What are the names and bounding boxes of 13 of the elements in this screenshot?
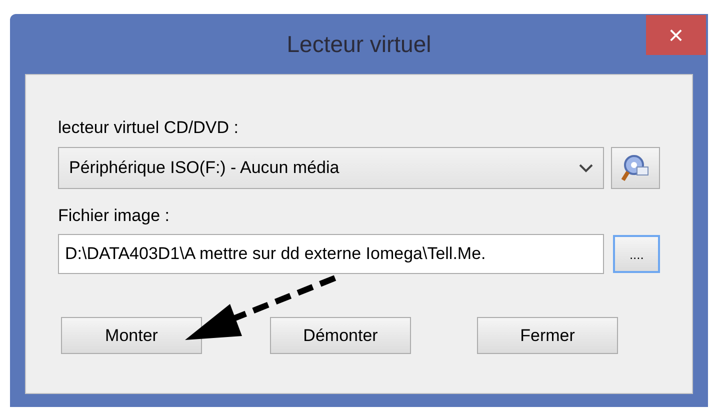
drive-tool-button[interactable] [610,146,660,188]
magnifier-disc-icon [620,152,650,182]
chevron-down-icon [578,162,593,172]
window-title: Lecteur virtuel [286,30,432,59]
field-label: Fichier image : [58,204,170,226]
dialog-button[interactable]: Monter [61,317,202,354]
field-label: lecteur virtuel CD/DVD : [58,117,240,139]
dialog-button[interactable]: Fermer [477,317,618,354]
close-button[interactable]: × [646,15,706,55]
dialog-button[interactable]: Démonter [270,317,411,354]
drive-dropdown[interactable]: Périphérique ISO(F:) - Aucun média [58,146,604,188]
browse-button[interactable]: .... [613,235,660,273]
image-path-field[interactable]: D:\DATA403D1\A mettre sur dd externe Iomega\Tell.Me. [58,234,604,274]
